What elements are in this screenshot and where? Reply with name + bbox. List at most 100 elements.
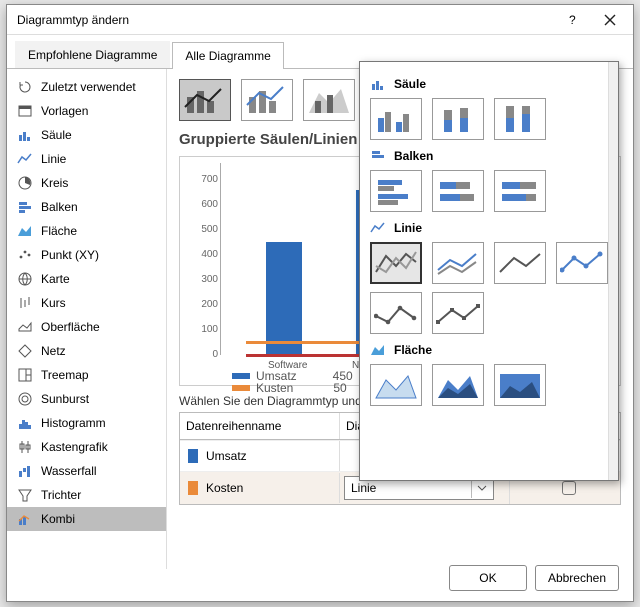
secondary-axis-checkbox[interactable]	[562, 481, 576, 495]
sidebar-item-surface[interactable]: Oberfläche	[7, 315, 166, 339]
combo-icon	[17, 511, 33, 527]
pie-icon	[17, 175, 33, 191]
sidebar-item-funnel[interactable]: Trichter	[7, 483, 166, 507]
y-axis: 0 100 200 300 400 500 600 700	[220, 163, 221, 355]
header-name: Datenreihenname	[180, 413, 340, 439]
sidebar-item-label: Kurs	[41, 296, 66, 310]
sidebar-item-histogram[interactable]: Histogramm	[7, 411, 166, 435]
svg-text:?: ?	[569, 14, 576, 26]
bar-software	[266, 242, 302, 355]
thumb-100-stacked-line[interactable]	[494, 242, 546, 284]
sidebar-item-label: Kastengrafik	[41, 440, 108, 454]
sidebar-item-waterfall[interactable]: Wasserfall	[7, 459, 166, 483]
treemap-icon	[17, 367, 33, 383]
swatch-umsatz	[188, 449, 198, 463]
subtype-clustered-column-line[interactable]	[179, 79, 231, 121]
boxplot-icon	[17, 439, 33, 455]
sidebar-item-recent[interactable]: Zuletzt verwendet	[7, 75, 166, 99]
legend-kosten: Kusten50	[232, 381, 347, 395]
column-icon	[370, 76, 386, 92]
thumb-100-stacked-bar[interactable]	[494, 170, 546, 212]
chart-type-popup: Säule Balken Linie	[359, 61, 619, 481]
sidebar-item-label: Kreis	[41, 176, 68, 190]
sidebar-item-label: Vorlagen	[41, 104, 88, 118]
sidebar-item-label: Karte	[41, 272, 70, 286]
sidebar-item-label: Wasserfall	[41, 464, 97, 478]
subtype-clustered-column-line-secondary[interactable]	[241, 79, 293, 121]
sidebar-item-line[interactable]: Linie	[7, 147, 166, 171]
column-icon	[17, 127, 33, 143]
dialog-title: Diagrammtyp ändern	[17, 13, 553, 27]
thumb-clustered-bar[interactable]	[370, 170, 422, 212]
sidebar-item-templates[interactable]: Vorlagen	[7, 99, 166, 123]
sidebar-item-column[interactable]: Säule	[7, 123, 166, 147]
tab-all[interactable]: Alle Diagramme	[172, 42, 283, 69]
thumb-area[interactable]	[370, 364, 422, 406]
area-icon	[17, 223, 33, 239]
thumb-stacked-column[interactable]	[432, 98, 484, 140]
section-column: Säule	[370, 76, 608, 92]
recent-icon	[17, 79, 33, 95]
section-bar: Balken	[370, 148, 608, 164]
sidebar-item-radar[interactable]: Netz	[7, 339, 166, 363]
thumb-clustered-column[interactable]	[370, 98, 422, 140]
sidebar-item-pie[interactable]: Kreis	[7, 171, 166, 195]
chevron-down-icon	[471, 478, 491, 498]
sidebar-item-label: Histogramm	[41, 416, 106, 430]
subtype-stacked-area-column[interactable]	[303, 79, 355, 121]
sidebar-item-bar[interactable]: Balken	[7, 195, 166, 219]
scatter-icon	[17, 247, 33, 263]
thumb-stacked-line-markers[interactable]	[370, 292, 422, 334]
bar-icon	[17, 199, 33, 215]
help-button[interactable]: ?	[553, 6, 591, 34]
thumb-100-stacked-area[interactable]	[494, 364, 546, 406]
tab-recommended[interactable]: Empfohlene Diagramme	[15, 41, 170, 68]
waterfall-icon	[17, 463, 33, 479]
sidebar-item-label: Balken	[41, 200, 78, 214]
sidebar-item-label: Zuletzt verwendet	[41, 80, 136, 94]
sidebar-item-label: Oberfläche	[41, 320, 100, 334]
templates-icon	[17, 103, 33, 119]
sidebar-item-combo[interactable]: Kombi	[7, 507, 166, 531]
bar-icon	[370, 148, 386, 164]
thumb-100-stacked-column[interactable]	[494, 98, 546, 140]
chart-type-sidebar: Zuletzt verwendet Vorlagen Säule Linie K…	[7, 69, 167, 569]
change-chart-type-dialog: Diagrammtyp ändern ? Empfohlene Diagramm…	[6, 4, 634, 602]
radar-icon	[17, 343, 33, 359]
sidebar-item-boxplot[interactable]: Kastengrafik	[7, 435, 166, 459]
stock-icon	[17, 295, 33, 311]
funnel-icon	[17, 487, 33, 503]
sidebar-item-treemap[interactable]: Treemap	[7, 363, 166, 387]
thumb-100-stacked-line-markers[interactable]	[432, 292, 484, 334]
sidebar-item-label: Treemap	[41, 368, 89, 382]
line-icon	[370, 220, 386, 236]
sidebar-item-label: Fläche	[41, 224, 77, 238]
ok-button[interactable]: OK	[449, 565, 527, 591]
sidebar-item-map[interactable]: Karte	[7, 267, 166, 291]
surface-icon	[17, 319, 33, 335]
line-icon	[17, 151, 33, 167]
area-icon	[370, 342, 386, 358]
thumb-line-markers[interactable]	[556, 242, 608, 284]
sunburst-icon	[17, 391, 33, 407]
sidebar-item-label: Linie	[41, 152, 66, 166]
swatch-kosten	[188, 481, 198, 495]
sidebar-item-xy[interactable]: Punkt (XY)	[7, 243, 166, 267]
popup-scrollbar[interactable]	[608, 62, 618, 480]
dialog-footer: OK Abbrechen	[449, 565, 619, 591]
cancel-button[interactable]: Abbrechen	[535, 565, 619, 591]
close-button[interactable]	[591, 6, 629, 34]
sidebar-item-label: Kombi	[41, 512, 75, 526]
histogram-icon	[17, 415, 33, 431]
sidebar-item-label: Netz	[41, 344, 66, 358]
thumb-line[interactable]	[370, 242, 422, 284]
sidebar-item-stock[interactable]: Kurs	[7, 291, 166, 315]
sidebar-item-area[interactable]: Fläche	[7, 219, 166, 243]
sidebar-item-label: Sunburst	[41, 392, 89, 406]
sidebar-item-sunburst[interactable]: Sunburst	[7, 387, 166, 411]
thumb-stacked-area[interactable]	[432, 364, 484, 406]
thumb-stacked-bar[interactable]	[432, 170, 484, 212]
thumb-stacked-line[interactable]	[432, 242, 484, 284]
sidebar-item-label: Punkt (XY)	[41, 248, 99, 262]
section-line: Linie	[370, 220, 608, 236]
